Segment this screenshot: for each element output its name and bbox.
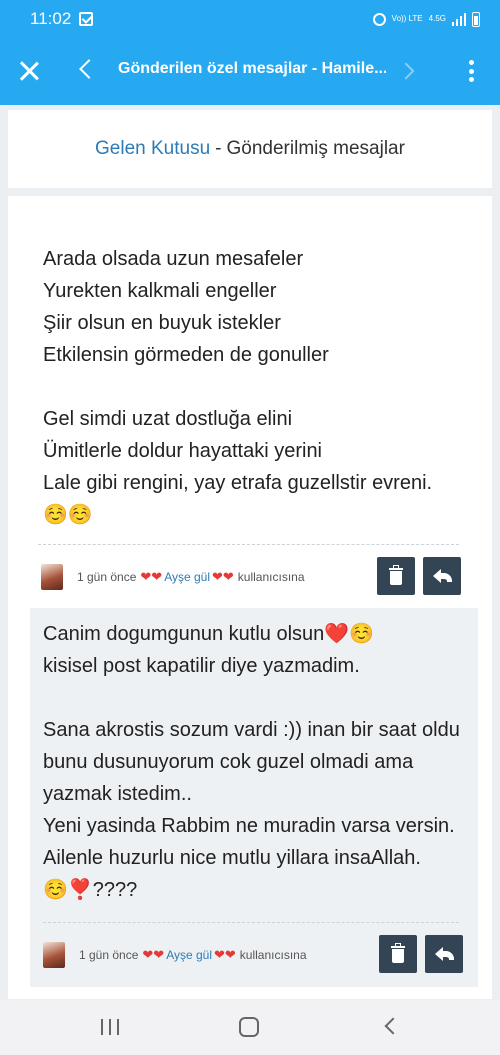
breadcrumb-separator: - [215,138,222,159]
signal-icon [452,12,466,26]
message-meta: 1 gün önce ❤❤ Ayşe gül ❤❤ kullanıcısına [41,557,461,597]
recipient-suffix: kullanıcısına [239,948,307,962]
message-item: Arada olsada uzun mesafeler Yurekten kal… [8,196,492,606]
message-time: 1 gün önce [77,570,137,584]
divider [38,544,459,545]
reply-button[interactable] [425,935,463,973]
trash-icon [389,565,403,570]
network-speed: 4.5G [428,14,446,23]
delete-button[interactable] [377,557,415,595]
heart-icon: ❤❤ [214,947,236,962]
inbox-link[interactable]: Gelen Kutusu [95,138,210,160]
recipient-link[interactable]: Ayşe gül [166,948,212,962]
message-actions [377,557,461,595]
network-label: Vo)) LTE [391,14,423,23]
divider [43,922,459,923]
forward-arrow-icon[interactable] [397,62,415,80]
message-meta: 1 gün önce ❤❤ Ayşe gül ❤❤ kullanıcısına [43,935,463,975]
avatar[interactable] [43,942,65,968]
status-icons: Vo)) LTE 4.5G [372,11,480,27]
app-bar: Gönderilen özel mesajlar - Hamile... [0,38,500,105]
delete-button[interactable] [379,935,417,973]
message-body: Arada olsada uzun mesafeler Yurekten kal… [43,248,433,526]
home-icon[interactable] [239,1017,259,1037]
notification-check-icon [79,12,94,26]
recipient-link[interactable]: Ayşe gül [164,570,210,584]
message-actions [379,935,463,973]
nav-back-icon[interactable] [384,1017,402,1035]
trash-icon [391,943,405,948]
message-item: Canim dogumgunun kutlu olsun❤️☺️ kisisel… [30,608,478,987]
system-nav-bar [0,1000,500,1055]
recent-apps-icon[interactable] [101,1019,119,1035]
battery-icon [472,11,480,27]
avatar[interactable] [41,564,63,590]
back-arrow-icon[interactable] [79,59,99,79]
status-bar: 11:02 Vo)) LTE 4.5G [0,0,500,38]
page-title: Gönderilen özel mesajlar - Hamile... [118,60,386,77]
heart-icon: ❤❤ [142,947,165,962]
recipient-suffix: kullanıcısına [237,570,305,584]
message-body: Canim dogumgunun kutlu olsun❤️☺️ kisisel… [43,623,460,901]
reply-button[interactable] [423,557,461,595]
message-time: 1 gün önce [79,948,139,962]
heart-icon: ❤❤ [212,569,234,584]
current-folder-label: Gönderilmiş mesajlar [226,138,405,159]
message-list: Arada olsada uzun mesafeler Yurekten kal… [8,196,492,999]
alarm-icon [372,12,386,26]
close-icon[interactable] [18,60,40,82]
more-options-icon[interactable] [469,60,475,82]
status-time: 11:02 [30,9,72,28]
folder-breadcrumb: Gelen Kutusu - Gönderilmiş mesajlar [8,110,492,188]
heart-icon: ❤❤ [140,569,163,584]
